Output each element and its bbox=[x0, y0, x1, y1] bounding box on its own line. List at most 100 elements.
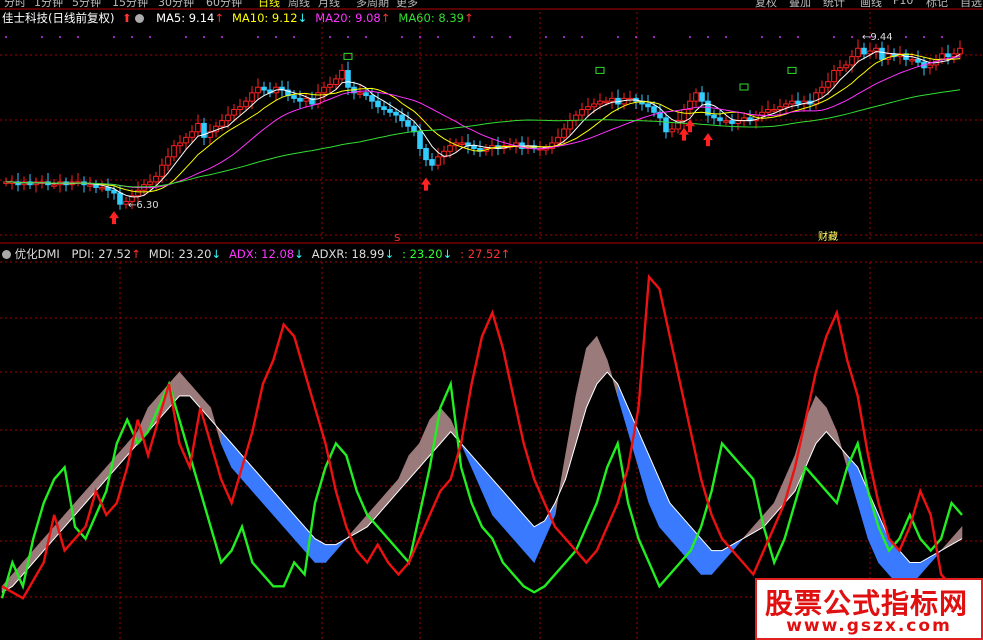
candle-body bbox=[819, 86, 825, 94]
candle-body bbox=[645, 103, 651, 108]
adx-band-segment bbox=[325, 544, 337, 564]
candle-body bbox=[909, 58, 915, 62]
signal-dot bbox=[203, 36, 205, 38]
candle-body bbox=[417, 131, 423, 149]
candle-body bbox=[723, 120, 729, 123]
candle-body bbox=[843, 64, 849, 69]
candle-body bbox=[303, 97, 309, 102]
signal-dot bbox=[581, 36, 583, 38]
candle-body bbox=[195, 122, 201, 133]
indicator-title-row: 优化DMI PDI: 27.52↑ MDI: 23.20↓ ADX: 12.08↓ A… bbox=[2, 246, 510, 262]
ma-arrow-3: ↑ bbox=[463, 11, 474, 25]
buy-arrow-icon bbox=[679, 127, 689, 141]
watermark-logo: 股票公式指标网 www.gszx.com bbox=[755, 578, 983, 640]
candle-body bbox=[297, 97, 303, 102]
signal-dot bbox=[347, 36, 349, 38]
adx-band-segment bbox=[533, 520, 545, 563]
candle-body bbox=[567, 120, 573, 130]
candle-body bbox=[831, 70, 837, 83]
candle-body bbox=[237, 106, 243, 111]
candle-body bbox=[777, 106, 783, 111]
dmi-arrow-0: ↑ bbox=[131, 247, 141, 261]
candle-body bbox=[429, 159, 435, 166]
dmi-arrow-3: ↓ bbox=[384, 247, 395, 261]
signal-dot bbox=[941, 36, 943, 38]
candle-body bbox=[87, 184, 93, 187]
price-panel bbox=[3, 36, 963, 225]
adx-band-segment bbox=[523, 514, 535, 564]
signal-dot bbox=[275, 36, 277, 38]
candle-body bbox=[249, 92, 255, 102]
candle-body bbox=[783, 103, 789, 108]
dmi-arrow-1: ↓ bbox=[211, 247, 222, 261]
adx-band-segment bbox=[742, 526, 754, 539]
expand-icon[interactable]: ⬆ bbox=[122, 11, 132, 25]
signal-dot bbox=[689, 36, 691, 38]
adx-band-segment bbox=[554, 455, 566, 515]
signal-dot bbox=[185, 36, 187, 38]
candle-body bbox=[189, 131, 195, 138]
adx-band-segment bbox=[732, 538, 744, 552]
dmi-label-2: ADX: 12.08 bbox=[229, 247, 295, 261]
s-marker: S bbox=[394, 233, 400, 244]
signal-dot bbox=[59, 36, 61, 38]
adx-band-segment bbox=[116, 442, 128, 469]
signal-dot bbox=[473, 36, 475, 38]
signal-dot bbox=[653, 36, 655, 38]
candle-body bbox=[837, 67, 843, 72]
candle-body bbox=[93, 184, 99, 188]
candle-body bbox=[591, 103, 597, 108]
signal-dot bbox=[545, 36, 547, 38]
signal-dot bbox=[5, 36, 7, 38]
candle-body bbox=[945, 53, 951, 58]
adx-band-segment bbox=[314, 538, 326, 563]
collapse-icon[interactable] bbox=[2, 250, 11, 259]
candle-body bbox=[99, 186, 105, 190]
signal-dot bbox=[761, 36, 763, 38]
candle-body bbox=[765, 109, 771, 113]
signal-dot bbox=[293, 36, 295, 38]
dmi-label-0: PDI: 27.52 bbox=[71, 247, 132, 261]
adx-band-segment bbox=[659, 479, 671, 540]
candle-body bbox=[561, 128, 567, 138]
stock-chart: ←6.30 ←9.44 财藏 S bbox=[0, 8, 983, 640]
signal-dot bbox=[365, 36, 367, 38]
dmi-arrow-5: ↑ bbox=[500, 247, 511, 261]
candle-body bbox=[795, 100, 801, 105]
adx-band-segment bbox=[502, 490, 514, 540]
grid-lines bbox=[0, 8, 983, 640]
candle-body bbox=[879, 47, 885, 60]
candle-body bbox=[393, 111, 399, 116]
candle-body bbox=[405, 120, 411, 127]
settings-icon[interactable] bbox=[135, 14, 145, 23]
signal-dot bbox=[77, 36, 79, 38]
adx-band-segment bbox=[33, 537, 45, 564]
candle-body bbox=[771, 109, 777, 112]
signal-dot bbox=[779, 36, 781, 38]
candle-body bbox=[873, 47, 879, 52]
ma-label-2: MA20: 9.08 bbox=[315, 11, 381, 25]
candle-body bbox=[813, 92, 819, 105]
candle-body bbox=[159, 164, 165, 177]
dmi-panel bbox=[0, 273, 963, 600]
signal-dot bbox=[725, 36, 727, 38]
candle-body bbox=[321, 86, 327, 94]
candle-body bbox=[375, 100, 381, 108]
candle-body bbox=[555, 136, 561, 144]
adx-band-segment bbox=[335, 538, 347, 552]
candle-body bbox=[171, 145, 177, 158]
dmi-label-4: : 23.20 bbox=[402, 247, 443, 261]
candle-body bbox=[117, 192, 123, 205]
ma-line-10 bbox=[6, 53, 961, 193]
stock-name: 佳士科技(日线前复权) bbox=[2, 11, 115, 25]
sell-mark-icon bbox=[787, 66, 797, 74]
signal-dot bbox=[437, 36, 439, 38]
signal-dot bbox=[221, 36, 223, 38]
candle-body bbox=[825, 81, 831, 88]
sell-mark-icon bbox=[739, 83, 749, 91]
signal-dot bbox=[419, 36, 421, 38]
candle-body bbox=[51, 184, 57, 187]
main-title-row: 佳士科技(日线前复权) ⬆ MA5: 9.14↑ MA10: 9.12↓ MA20:… bbox=[2, 10, 474, 26]
sell-mark-icon bbox=[343, 52, 353, 60]
event-label: 财藏 bbox=[818, 230, 838, 243]
